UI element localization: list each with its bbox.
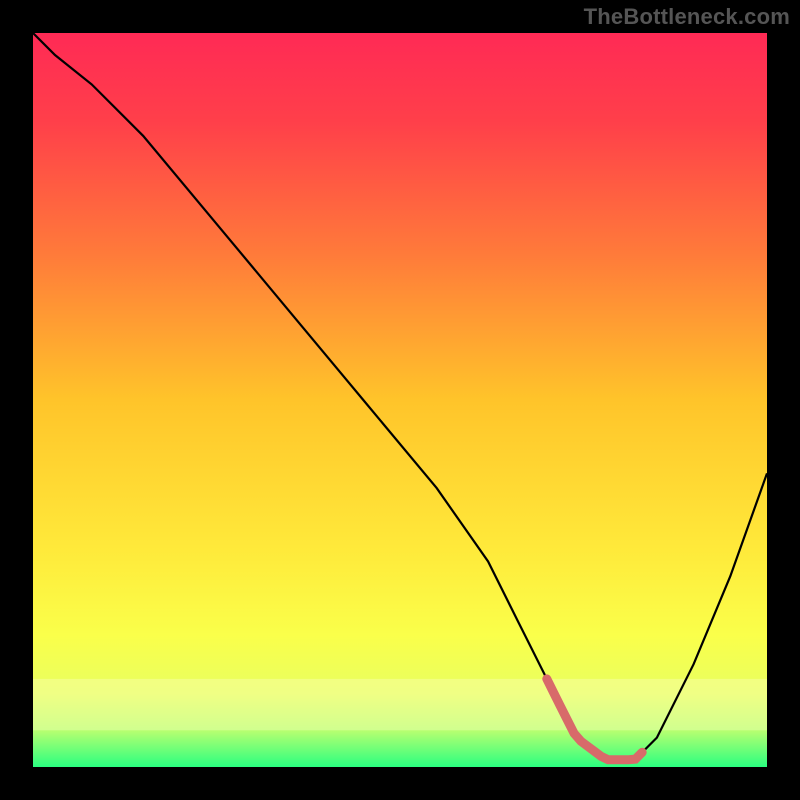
watermark-text: TheBottleneck.com xyxy=(584,4,790,30)
pale-band xyxy=(33,679,767,730)
plot-background xyxy=(33,33,767,767)
bottleneck-chart xyxy=(0,0,800,800)
chart-frame: TheBottleneck.com xyxy=(0,0,800,800)
